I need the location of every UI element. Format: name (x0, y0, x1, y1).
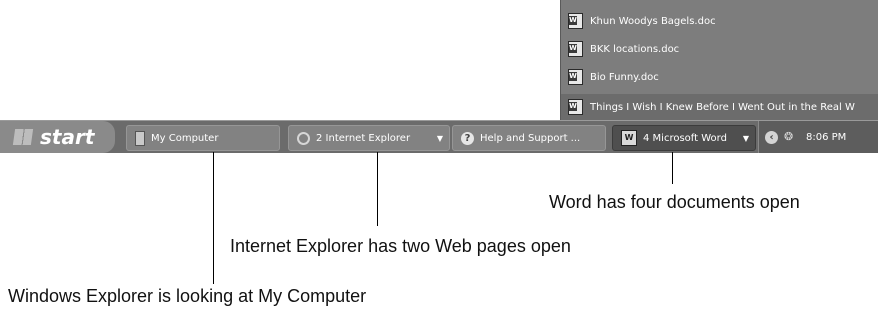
task-label: Help and Support ... (480, 132, 581, 144)
word-group-popup: Khun Woodys Bagels.doc BKK locations.doc… (560, 0, 878, 120)
word-document-item[interactable]: Bio Funny.doc (561, 64, 878, 90)
word-document-label: Khun Woodys Bagels.doc (590, 15, 716, 27)
clock[interactable]: 8:06 PM (806, 132, 846, 143)
callout-line-explorer (213, 152, 214, 284)
word-document-icon (568, 69, 583, 85)
word-document-icon (568, 41, 583, 57)
word-document-item[interactable]: BKK locations.doc (561, 36, 878, 62)
internet-explorer-icon (297, 131, 310, 145)
callout-word: Word has four documents open (549, 192, 800, 212)
help-icon: ? (461, 131, 474, 145)
task-label: My Computer (151, 132, 219, 144)
task-label: 4 Microsoft Word (643, 132, 727, 144)
word-document-label: BKK locations.doc (590, 43, 680, 55)
word-document-label: Bio Funny.doc (590, 71, 659, 83)
task-label: 2 Internet Explorer (316, 132, 411, 144)
word-document-item[interactable]: Khun Woodys Bagels.doc (561, 8, 878, 34)
task-button-internet-explorer[interactable]: 2 Internet Explorer ▼ (288, 125, 450, 151)
word-document-icon (568, 99, 583, 115)
my-computer-icon (135, 130, 145, 146)
network-icon[interactable]: ❂ (784, 131, 798, 143)
notification-area: ‹ ❂ 8:06 PM (758, 121, 878, 153)
show-hidden-icons-chevron-icon[interactable]: ‹ (765, 130, 778, 144)
word-document-label: Things I Wish I Knew Before I Went Out i… (590, 101, 855, 113)
callout-line-word (672, 152, 673, 184)
callout-line-ie (377, 152, 378, 226)
group-arrow-icon: ▼ (436, 133, 443, 143)
callout-windows-explorer: Windows Explorer is looking at My Comput… (8, 286, 367, 306)
task-button-microsoft-word[interactable]: W 4 Microsoft Word ▼ (612, 125, 756, 151)
start-label: start (40, 125, 95, 149)
word-document-icon (568, 13, 583, 29)
group-arrow-icon: ▼ (742, 133, 749, 143)
task-button-help-and-support[interactable]: ? Help and Support ... (452, 125, 606, 151)
start-button[interactable]: start (0, 121, 115, 153)
word-icon: W (621, 130, 637, 146)
windows-logo-icon (12, 129, 34, 145)
task-button-my-computer[interactable]: My Computer (126, 125, 280, 151)
taskbar: start My Computer 2 Internet Explorer ▼ … (0, 120, 878, 153)
callout-internet-explorer: Internet Explorer has two Web pages open (230, 236, 571, 256)
word-document-item[interactable]: Things I Wish I Knew Before I Went Out i… (561, 94, 878, 120)
